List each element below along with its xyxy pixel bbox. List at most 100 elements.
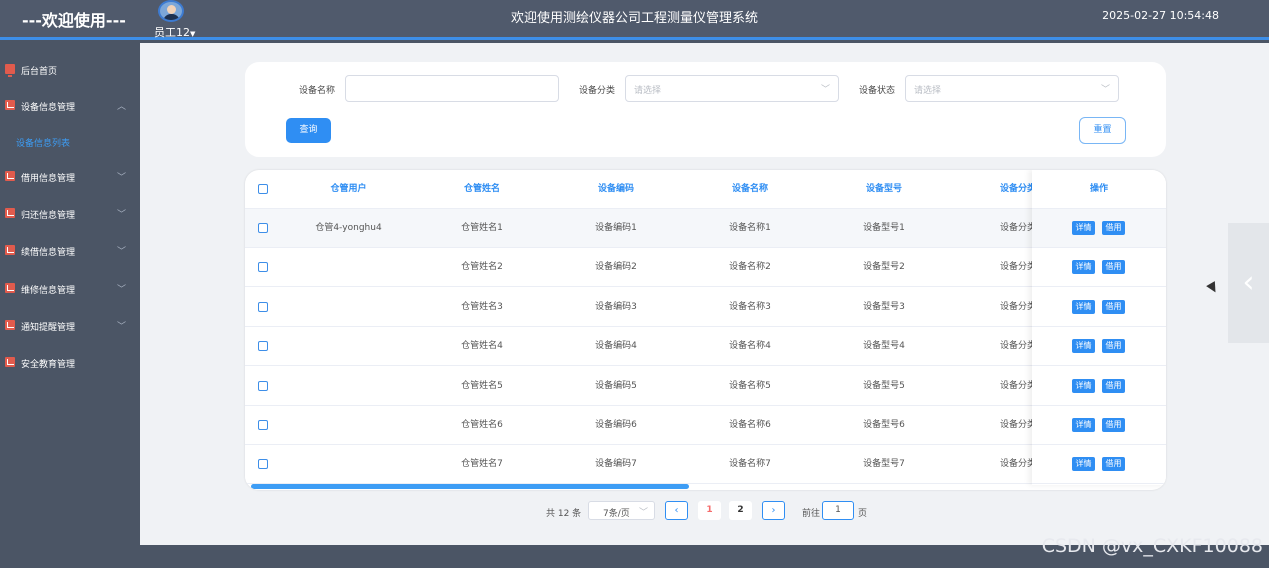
table-cell-model: 设备型号5 (863, 380, 905, 391)
row-checkbox[interactable] (258, 380, 268, 391)
table-cell-model: 设备型号4 (863, 341, 905, 352)
table-row[interactable]: 仓管姓名5 设备编码5 设备名称5 设备型号5 设备分类 (245, 366, 1166, 406)
user-name[interactable]: 员工12▼ (154, 24, 195, 40)
table-row[interactable]: 仓管姓名3 设备编码3 设备名称3 设备型号3 设备分类 (245, 287, 1166, 327)
column-header[interactable]: 设备名称 (683, 170, 817, 209)
chart-icon (5, 283, 15, 293)
row-checkbox[interactable] (258, 262, 268, 273)
detail-button[interactable]: 详情 (1072, 378, 1095, 393)
chevron-left-icon[interactable]: ‹ (1228, 223, 1269, 343)
row-checkbox[interactable] (258, 341, 268, 352)
table-cell-name: 仓管姓名6 (461, 420, 503, 430)
user-menu[interactable]: 员工12▼ (150, 0, 200, 40)
table-cell-name: 仓管姓名7 (461, 459, 503, 470)
table-cell-user (282, 327, 415, 366)
prev-page-button[interactable]: ‹ (665, 501, 688, 520)
chevron-up-icon: ︿ (116, 102, 126, 112)
table-cell-code: 设备编码6 (595, 420, 637, 430)
row-checkbox[interactable] (258, 459, 268, 470)
sidebar-item-safety[interactable]: 安全教育管理 (0, 352, 140, 374)
table-cell-code: 设备编码1 (595, 223, 637, 233)
column-header[interactable]: 仓管姓名 (415, 170, 549, 209)
sidebar-item-label: 维修信息管理 (21, 286, 76, 296)
table-cell-device: 设备名称3 (729, 301, 771, 312)
table-cell-name: 仓管姓名2 (461, 262, 503, 273)
detail-button[interactable]: 详情 (1072, 260, 1095, 275)
action-cell: 详情 借用 (1032, 248, 1166, 288)
brand-title: ---欢迎使用--- (22, 11, 126, 30)
borrow-button[interactable]: 借用 (1102, 418, 1125, 432)
device-name-input[interactable] (345, 75, 559, 102)
chart-icon (5, 357, 15, 367)
table-row[interactable]: 仓管姓名7 设备编码7 设备名称7 设备型号7 设备分类 (245, 445, 1166, 485)
reset-button[interactable]: 重置 (1079, 117, 1126, 144)
sidebar-subitem-label: 设备信息列表 (16, 139, 71, 149)
chevron-down-icon: ﹀ (116, 173, 126, 183)
table-row[interactable]: 仓管姓名4 设备编码4 设备名称4 设备型号4 设备分类 (245, 327, 1166, 367)
action-cell: 详情 借用 (1032, 445, 1166, 485)
sidebar-item-label: 续借信息管理 (21, 248, 76, 258)
column-header[interactable]: 设备编码 (549, 170, 683, 209)
table-cell-model: 设备型号6 (863, 420, 905, 430)
chart-icon (5, 245, 15, 255)
actions-column: 操作 详情 借用 详情 借用 详情 借用 详情 借用 详情 借用 详情 借用 详情 借用 (1032, 170, 1166, 485)
table-cell-name: 仓管姓名4 (461, 341, 503, 352)
table-cell-device: 设备名称7 (729, 459, 771, 470)
borrow-button[interactable]: 借用 (1102, 221, 1125, 235)
detail-button[interactable]: 详情 (1072, 418, 1095, 432)
top-header: ---欢迎使用--- 员工12▼ 欢迎使用测绘仪器公司工程测量仪管理系统 202… (0, 0, 1269, 40)
borrow-button[interactable]: 借用 (1102, 339, 1125, 354)
detail-button[interactable]: 详情 (1072, 221, 1095, 235)
table-cell-device: 设备名称5 (729, 380, 771, 391)
goto-page-input[interactable]: 1 (822, 501, 854, 520)
table-cell-user (282, 288, 415, 327)
sidebar-item-borrow[interactable]: 借用信息管理 ﹀ (0, 166, 140, 188)
select-all-checkbox[interactable] (258, 184, 268, 194)
row-checkbox[interactable] (258, 420, 268, 430)
avatar[interactable] (158, 0, 184, 22)
device-status-select[interactable]: 请选择 ﹀ (905, 75, 1119, 102)
table-cell-device: 设备名称6 (729, 420, 771, 430)
horizontal-scrollbar[interactable] (251, 484, 689, 489)
sidebar-item-repair[interactable]: 维修信息管理 ﹀ (0, 278, 140, 300)
detail-button[interactable]: 详情 (1072, 299, 1095, 314)
table-cell-device: 设备名称4 (729, 341, 771, 352)
borrow-button[interactable]: 借用 (1102, 299, 1125, 314)
sidebar-item-return[interactable]: 归还信息管理 ﹀ (0, 203, 140, 225)
page-size-select[interactable]: 7条/页 ﹀ (588, 501, 655, 520)
sidebar-item-label: 设备信息管理 (21, 103, 76, 113)
table-row[interactable]: 仓管姓名2 设备编码2 设备名称2 设备型号2 设备分类 (245, 248, 1166, 288)
chevron-down-icon: ﹀ (638, 508, 648, 518)
sidebar-item-notice[interactable]: 通知提醒管理 ﹀ (0, 315, 140, 337)
action-cell: 详情 借用 (1032, 209, 1166, 248)
borrow-button[interactable]: 借用 (1102, 378, 1125, 393)
detail-button[interactable]: 详情 (1072, 339, 1095, 354)
device-category-select[interactable]: 请选择 ﹀ (625, 75, 839, 102)
row-checkbox[interactable] (258, 301, 268, 312)
borrow-button[interactable]: 借用 (1102, 260, 1125, 275)
row-checkbox[interactable] (258, 223, 268, 233)
query-button[interactable]: 查询 (286, 118, 331, 143)
page-number-2[interactable]: 2 (729, 501, 752, 520)
goto-suffix: 页 (858, 509, 868, 519)
table-row[interactable]: 仓管姓名6 设备编码6 设备名称6 设备型号6 设备分类 (245, 406, 1166, 445)
chevron-down-icon: ﹀ (116, 285, 126, 295)
table-cell-name: 仓管姓名5 (461, 380, 503, 391)
sidebar-item-device-info[interactable]: 设备信息管理 ︿ (0, 95, 140, 117)
column-header[interactable]: 设备型号 (817, 170, 951, 209)
sidebar: 后台首页 设备信息管理 ︿ 设备信息列表 借用信息管理 ﹀ 归还信息管理 ﹀ 续… (0, 43, 140, 545)
next-page-button[interactable]: › (762, 501, 785, 520)
sidebar-subitem-device-list[interactable]: 设备信息列表 (0, 131, 140, 153)
borrow-button[interactable]: 借用 (1102, 457, 1125, 472)
detail-button[interactable]: 详情 (1072, 457, 1095, 472)
table-cell-code: 设备编码5 (595, 380, 637, 391)
table-row[interactable]: 仓管4-yonghu4 仓管姓名1 设备编码1 设备名称1 设备型号1 设备分类 (245, 209, 1166, 248)
sidebar-item-label: 后台首页 (21, 67, 58, 77)
table-header: 仓管用户 仓管姓名 设备编码 设备名称 设备型号 设备分类 (245, 170, 1166, 209)
page-number-1[interactable]: 1 (698, 501, 721, 520)
device-table: 仓管用户 仓管姓名 设备编码 设备名称 设备型号 设备分类 仓管4-yonghu… (245, 170, 1166, 490)
chart-icon (5, 171, 15, 181)
sidebar-item-home[interactable]: 后台首页 (0, 59, 140, 81)
sidebar-item-renew[interactable]: 续借信息管理 ﹀ (0, 240, 140, 262)
column-header[interactable]: 仓管用户 (282, 170, 415, 209)
